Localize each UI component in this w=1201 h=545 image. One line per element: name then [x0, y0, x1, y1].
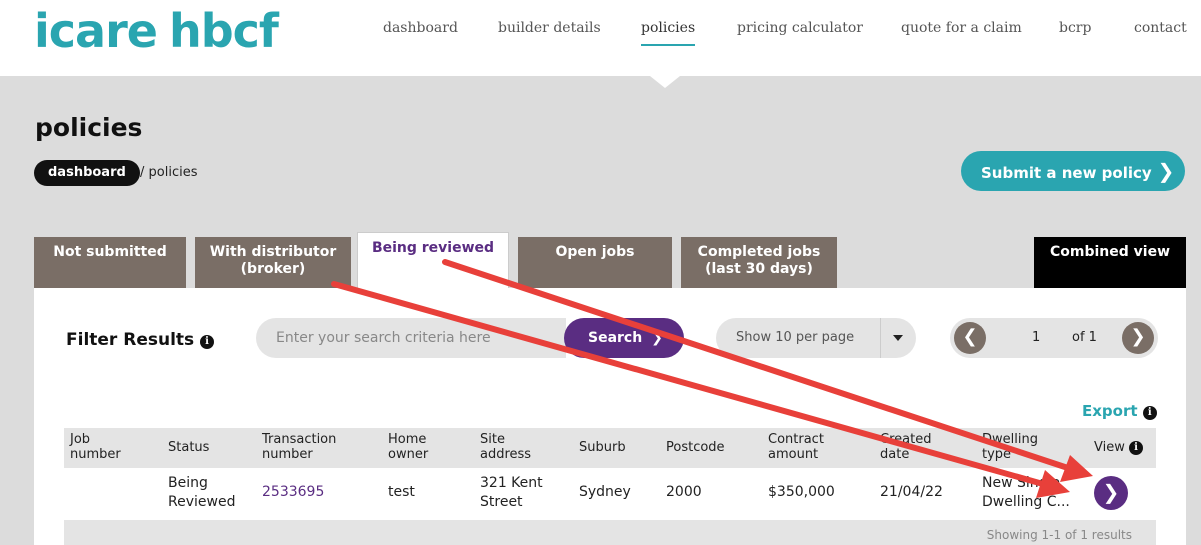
column-home-owner[interactable]: Home owner: [388, 432, 428, 462]
per-page-value: Show 10 per page: [736, 330, 855, 345]
next-page-button[interactable]: ❯: [1122, 322, 1154, 354]
table-footer: Showing 1-1 of 1 results: [64, 520, 1156, 545]
pagination: ❮ 1 of 1 ❯: [950, 318, 1158, 358]
results-count: Showing 1-1 of 1 results: [986, 528, 1132, 542]
chevron-right-icon: ❯: [651, 330, 663, 346]
per-page-select[interactable]: Show 10 per page: [716, 318, 916, 358]
tab-with-distributor[interactable]: With distributor (broker): [195, 237, 351, 288]
export-link[interactable]: Export i: [1082, 402, 1157, 420]
column-view: View i: [1094, 440, 1143, 455]
nav-policies[interactable]: policies: [641, 20, 695, 36]
filter-results-label: Filter Results: [66, 330, 195, 350]
cell-dwelling-type: New Single Dwelling C...: [982, 475, 1070, 510]
nav-dashboard[interactable]: dashboard: [383, 20, 458, 36]
column-suburb[interactable]: Suburb: [579, 440, 626, 455]
search-input[interactable]: [256, 318, 566, 358]
cell-site-address: 321 Kent Street: [480, 475, 543, 510]
results-table-header: Job number Status Transaction number Home o…: [64, 428, 1156, 468]
column-status[interactable]: Status: [168, 440, 209, 455]
search-button-label: Search: [588, 330, 643, 346]
column-created-date[interactable]: Created date: [880, 432, 931, 462]
breadcrumb-dashboard-link[interactable]: dashboard: [34, 160, 140, 186]
info-icon[interactable]: i: [1129, 441, 1143, 455]
column-transaction-number[interactable]: Transaction number: [262, 432, 336, 462]
tab-label: Combined view: [1049, 244, 1170, 260]
tab-sublabel: (broker): [240, 261, 306, 277]
current-page-number[interactable]: 1: [1032, 330, 1040, 345]
tab-label: With distributor: [209, 244, 337, 260]
top-navigation-bar: icare ™ hbcf dashboard builder details pol…: [0, 0, 1201, 76]
info-icon[interactable]: i: [1142, 406, 1157, 420]
cell-postcode: 2000: [666, 484, 702, 500]
tab-completed-jobs[interactable]: Completed jobs (last 30 days): [681, 237, 837, 288]
submit-new-policy-button[interactable]: Submit a new policy ❯: [961, 151, 1185, 191]
search-button[interactable]: Search ❯: [564, 318, 684, 358]
nav-active-underline: [641, 44, 695, 46]
main-nav: dashboard builder details policies prici…: [0, 20, 1201, 50]
nav-pricing-calculator[interactable]: pricing calculator: [737, 20, 863, 36]
cell-home-owner: test: [388, 484, 415, 500]
view-row-button[interactable]: ❯: [1094, 476, 1128, 510]
nav-quote-for-a-claim[interactable]: quote for a claim: [901, 20, 1022, 36]
cell-created-date: 21/04/22: [880, 484, 943, 500]
tab-label: Not submitted: [53, 244, 167, 260]
tab-label: Completed jobs: [697, 244, 821, 260]
nav-builder-details[interactable]: builder details: [498, 20, 601, 36]
tab-not-submitted[interactable]: Not submitted: [34, 237, 186, 288]
policies-panel: Filter Results i Search ❯ Show 10 per pa…: [34, 288, 1186, 545]
nav-bcrp[interactable]: bcrp: [1059, 20, 1091, 36]
column-job-number[interactable]: Job number: [70, 432, 121, 462]
cell-transaction-number-link[interactable]: 2533695: [262, 483, 324, 502]
previous-page-button[interactable]: ❮: [954, 322, 986, 354]
info-icon[interactable]: i: [200, 335, 215, 349]
column-postcode[interactable]: Postcode: [666, 440, 725, 455]
caret-down-icon: [893, 335, 903, 341]
cell-status: Being Reviewed: [168, 475, 236, 510]
page-title: policies: [35, 113, 143, 142]
tab-label: Open jobs: [555, 244, 635, 260]
tab-sublabel: (last 30 days): [705, 261, 813, 277]
column-dwelling-type[interactable]: Dwelling type: [982, 432, 1038, 462]
table-row[interactable]: Being Reviewed 2533695 test 321 Kent Stree…: [64, 468, 1156, 520]
page-total: of 1: [1072, 330, 1097, 345]
nav-active-caret: [650, 76, 680, 88]
breadcrumb-current: / policies: [140, 165, 198, 180]
submit-new-policy-label: Submit a new policy: [981, 164, 1152, 182]
cell-contract-amount: $350,000: [768, 484, 835, 500]
chevron-right-icon: ❯: [1157, 159, 1175, 183]
search-input-wrapper: [256, 318, 566, 358]
tab-being-reviewed[interactable]: Being reviewed: [357, 232, 509, 288]
export-label: Export: [1082, 402, 1138, 420]
filter-results-heading: Filter Results i: [66, 330, 215, 350]
column-contract-amount[interactable]: Contract amount: [768, 432, 824, 462]
tab-combined-view[interactable]: Combined view: [1034, 237, 1186, 288]
cell-suburb: Sydney: [579, 484, 631, 500]
tab-open-jobs[interactable]: Open jobs: [518, 237, 672, 288]
dropdown-toggle[interactable]: [880, 318, 916, 358]
nav-contact[interactable]: contact: [1134, 20, 1187, 36]
tab-label: Being reviewed: [371, 240, 495, 256]
column-site-address[interactable]: Site address: [480, 432, 531, 462]
